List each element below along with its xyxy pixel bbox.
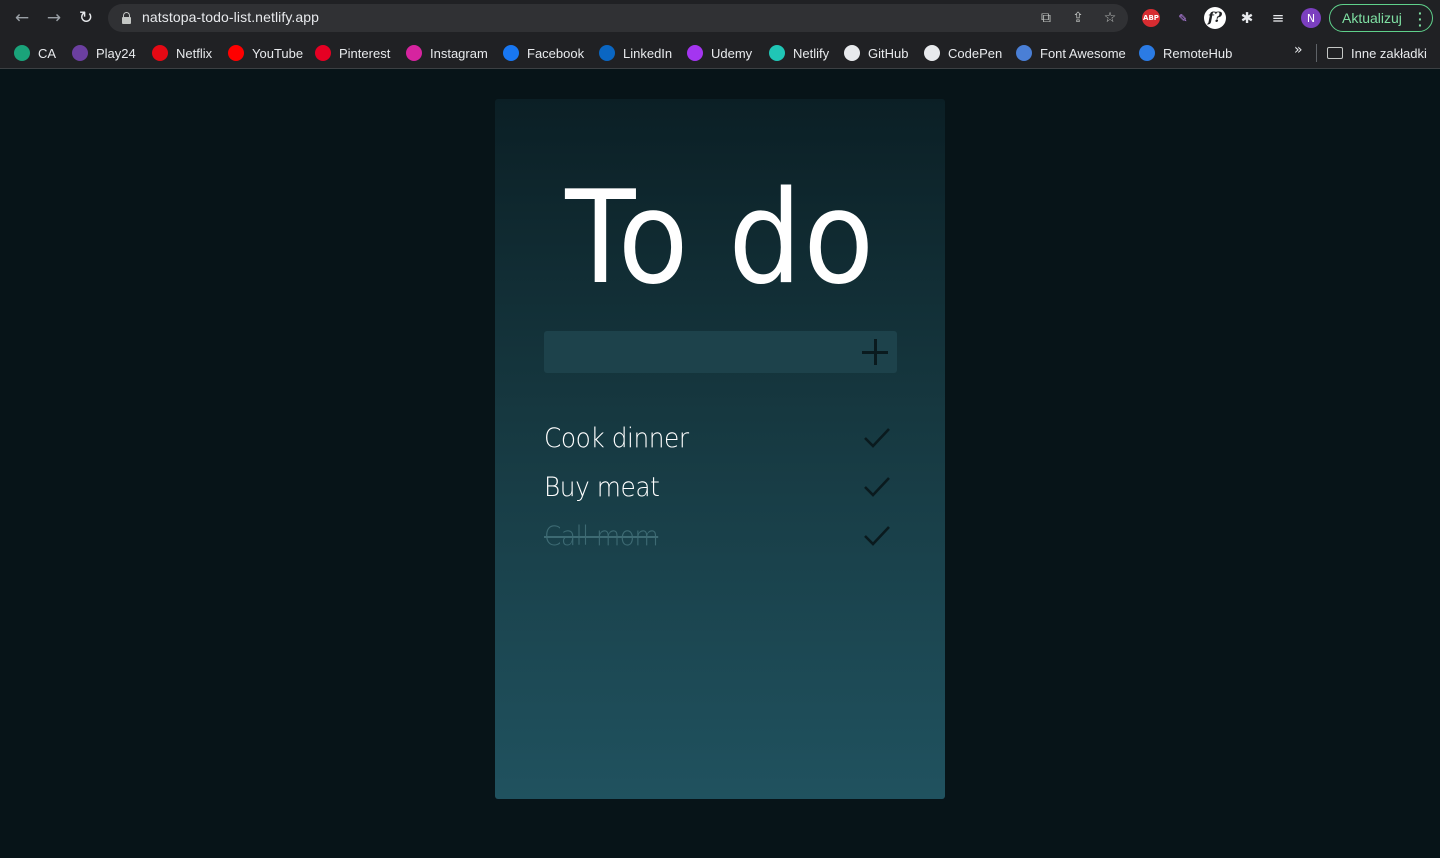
bookmark-label: Pinterest <box>339 45 391 61</box>
bookmark-label: Play24 <box>96 45 136 61</box>
bookmark-label: RemoteHub <box>1163 45 1233 61</box>
todo-text: Cook dinner <box>544 423 689 454</box>
bookmark-item[interactable]: Netflix <box>152 44 212 62</box>
bookmark-item[interactable]: YouTube <box>228 44 303 62</box>
bookmark-item[interactable]: Font Awesome <box>1016 44 1126 62</box>
bookmark-label: Instagram <box>430 45 488 61</box>
todo-item: Call mom <box>544 517 897 557</box>
checkmark-icon[interactable] <box>862 523 892 549</box>
extensions-puzzle-icon[interactable]: ✱ <box>1236 7 1258 29</box>
codepen-icon <box>924 45 940 61</box>
other-bookmarks[interactable]: Inne zakładki <box>1327 44 1427 62</box>
pen-extension-icon[interactable]: ✎ <box>1172 7 1194 29</box>
netlify-icon <box>769 45 785 61</box>
todo-item: Buy meat <box>544 468 897 508</box>
bookmark-label: YouTube <box>252 45 304 61</box>
todo-item: Cook dinner <box>544 419 897 459</box>
page-title: To do <box>495 175 945 303</box>
whatfont-icon[interactable]: f? <box>1204 7 1226 29</box>
page: To do Cook dinner Buy meat Call mom <box>0 70 1440 858</box>
add-icon[interactable] <box>860 337 890 367</box>
github-icon <box>844 45 860 61</box>
back-arrow-icon[interactable]: ← <box>10 6 34 30</box>
title-text: To do <box>564 164 876 313</box>
bookmark-label: Netlify <box>793 45 830 61</box>
bookmark-item[interactable]: Instagram <box>406 44 488 62</box>
bookmark-item[interactable]: CodePen <box>924 44 1002 62</box>
netflix-icon <box>152 45 168 61</box>
bookmark-item[interactable]: Facebook <box>503 44 584 62</box>
update-button-label: Aktualizuj <box>1342 10 1402 26</box>
udemy-icon <box>687 45 703 61</box>
reload-icon[interactable]: ↻ <box>74 6 98 30</box>
bookmark-item[interactable]: Netlify <box>769 44 829 62</box>
todo-text: Buy meat <box>544 472 660 503</box>
bookmark-label: CA <box>38 45 57 61</box>
checkmark-icon[interactable] <box>862 425 892 451</box>
bookmark-label: Netflix <box>176 45 213 61</box>
bookmark-item[interactable]: GitHub <box>844 44 908 62</box>
linkedin-icon <box>599 45 615 61</box>
more-bookmarks-icon[interactable]: » <box>1294 42 1303 58</box>
todo-text: Call mom <box>544 521 659 552</box>
bookmark-item[interactable]: Udemy <box>687 44 752 62</box>
bookmark-label: Udemy <box>711 45 753 61</box>
todo-card: To do Cook dinner Buy meat Call mom <box>495 99 945 799</box>
reading-list-icon[interactable]: ≡ <box>1267 7 1289 29</box>
ca-icon <box>14 45 30 61</box>
address-bar[interactable]: natstopa-todo-list.netlify.app ⧉ ⇪ ☆ <box>108 4 1128 32</box>
play24-icon <box>72 45 88 61</box>
folder-icon <box>1327 47 1343 59</box>
bookmarks-divider <box>1316 44 1317 62</box>
checkmark-icon[interactable] <box>862 474 892 500</box>
menu-dots-icon: · · · <box>1418 5 1423 33</box>
bookmark-star-icon[interactable]: ☆ <box>1100 8 1120 28</box>
url-text[interactable]: natstopa-todo-list.netlify.app <box>142 9 319 25</box>
youtube-icon <box>228 45 244 61</box>
other-bookmarks-label: Inne zakładki <box>1351 45 1427 61</box>
update-button[interactable]: Aktualizuj · · · <box>1329 4 1433 32</box>
browser-toolbar: ← → ↻ natstopa-todo-list.netlify.app ⧉ ⇪… <box>0 0 1440 36</box>
bookmark-label: Facebook <box>527 45 585 61</box>
bookmark-item[interactable]: RemoteHub <box>1139 44 1232 62</box>
pinterest-icon <box>315 45 331 61</box>
bookmark-item[interactable]: LinkedIn <box>599 44 672 62</box>
bookmark-label: Font Awesome <box>1040 45 1126 61</box>
bookmark-label: GitHub <box>868 45 909 61</box>
bookmark-label: CodePen <box>948 45 1003 61</box>
todo-input[interactable] <box>544 331 897 373</box>
lock-icon <box>122 12 131 24</box>
font-awesome-icon <box>1016 45 1032 61</box>
avatar[interactable]: N <box>1301 8 1321 28</box>
instagram-icon <box>406 45 422 61</box>
bookmark-label: LinkedIn <box>623 45 673 61</box>
adblock-icon[interactable]: ABP <box>1142 9 1160 27</box>
bookmark-item[interactable]: Pinterest <box>315 44 390 62</box>
bookmark-item[interactable]: CA <box>14 44 56 62</box>
translate-icon[interactable]: ⧉ <box>1036 8 1056 28</box>
bookmark-item[interactable]: Play24 <box>72 44 136 62</box>
share-icon[interactable]: ⇪ <box>1068 8 1088 28</box>
forward-arrow-icon[interactable]: → <box>42 6 66 30</box>
facebook-icon <box>503 45 519 61</box>
remotehub-icon <box>1139 45 1155 61</box>
